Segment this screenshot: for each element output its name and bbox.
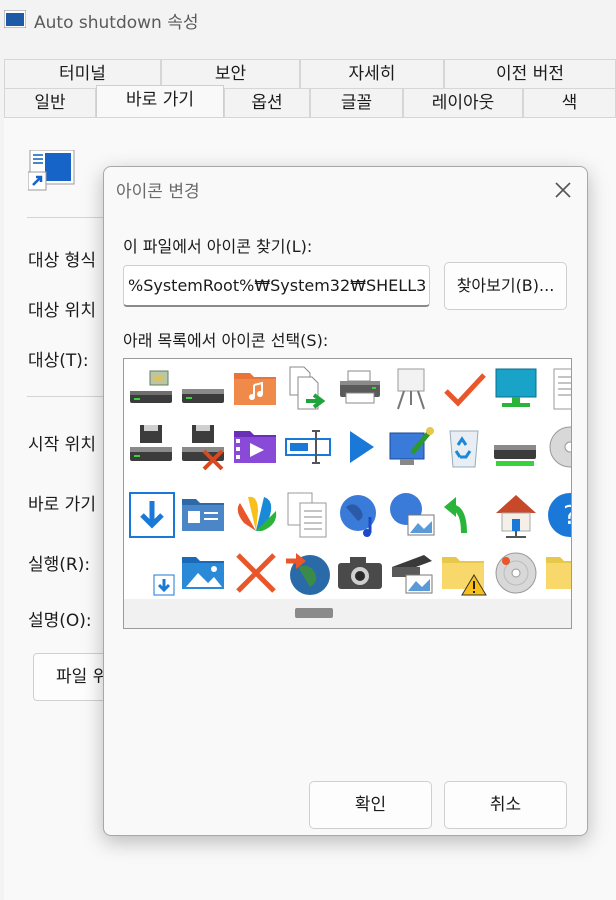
- red-x-icon[interactable]: [232, 549, 280, 597]
- svg-text:?: ?: [563, 501, 572, 531]
- copy-file-icon[interactable]: [284, 365, 332, 413]
- shortcut-icon: [28, 150, 75, 191]
- tab-layout[interactable]: 레이아웃: [403, 88, 523, 117]
- camera-icon[interactable]: [336, 549, 384, 597]
- label-run: 실행(R):: [28, 555, 91, 575]
- tab-shortcut[interactable]: 바로 가기: [96, 85, 224, 117]
- tab-previous-versions[interactable]: 이전 버전: [444, 59, 616, 88]
- file-label: 이 파일에서 아이콘 찾기(L):: [123, 237, 313, 256]
- tab-security[interactable]: 보안: [161, 59, 300, 88]
- drive-with-chip-icon[interactable]: [128, 365, 176, 413]
- folder-warning-icon[interactable]: [440, 549, 488, 597]
- msn-butterfly-icon[interactable]: [232, 491, 280, 539]
- folder-icon[interactable]: [544, 549, 571, 597]
- globe-music-icon[interactable]: [336, 491, 384, 539]
- scrollbar-thumb[interactable]: [295, 608, 333, 618]
- tab-row-2: 일반 바로 가기 옵션 글꼴 레이아웃 색: [4, 85, 616, 117]
- download-icon[interactable]: [128, 491, 176, 539]
- icon-list[interactable]: ?: [123, 358, 572, 629]
- window-titlebar: Auto shutdown 속성: [0, 0, 616, 38]
- tab-details[interactable]: 자세히: [300, 59, 444, 88]
- icon-file-path-input[interactable]: [123, 265, 430, 307]
- display-settings-icon[interactable]: [388, 423, 436, 471]
- documents-icon[interactable]: [284, 491, 332, 539]
- label-target-type: 대상 형식: [28, 251, 96, 271]
- music-folder-icon[interactable]: [232, 365, 280, 413]
- floppy-drive-error-icon[interactable]: [180, 423, 228, 471]
- play-icon[interactable]: [336, 423, 384, 471]
- close-icon[interactable]: [552, 179, 574, 201]
- monitor-icon[interactable]: [492, 365, 540, 413]
- floppy-drive-icon[interactable]: [128, 423, 176, 471]
- disc-burn-icon[interactable]: [492, 549, 540, 597]
- tab-colors[interactable]: 색: [523, 88, 616, 117]
- ok-button[interactable]: 확인: [309, 781, 432, 829]
- change-icon-dialog: 아이콘 변경 이 파일에서 아이콘 찾기(L): 찾아보기(B)... 아래 목…: [103, 166, 588, 836]
- label-shortcut-key: 바로 가기: [28, 495, 96, 515]
- printer-icon[interactable]: [336, 365, 384, 413]
- tab-general[interactable]: 일반: [4, 88, 96, 117]
- globe-picture-icon[interactable]: [388, 491, 436, 539]
- label-target-location: 대상 위치: [28, 301, 96, 321]
- list-label: 아래 목록에서 아이콘 선택(S):: [123, 331, 329, 350]
- small-download-icon[interactable]: [128, 549, 176, 597]
- label-target: 대상(T):: [28, 351, 89, 371]
- disc-icon[interactable]: [544, 423, 571, 471]
- window-title: Auto shutdown 속성: [34, 13, 199, 33]
- label-comment: 설명(O):: [28, 611, 92, 631]
- text-field-icon[interactable]: [284, 423, 332, 471]
- scanner-icon[interactable]: [388, 549, 436, 597]
- tab-options[interactable]: 옵션: [224, 88, 310, 117]
- contact-card-icon[interactable]: [180, 491, 228, 539]
- green-back-arrow-icon[interactable]: [440, 491, 488, 539]
- recycle-bin-icon[interactable]: [440, 423, 488, 471]
- video-folder-icon[interactable]: [232, 423, 280, 471]
- presentation-easel-icon[interactable]: [388, 365, 436, 413]
- cancel-button[interactable]: 취소: [444, 781, 567, 829]
- tab-terminal[interactable]: 터미널: [4, 59, 161, 88]
- shortcut-app-icon: [4, 10, 26, 28]
- drive-icon[interactable]: [180, 365, 228, 413]
- pictures-folder-icon[interactable]: [180, 549, 228, 597]
- checkmark-icon[interactable]: [440, 365, 488, 413]
- browse-button[interactable]: 찾아보기(B)...: [444, 262, 567, 310]
- network-home-icon[interactable]: [492, 491, 540, 539]
- horizontal-scrollbar[interactable]: [124, 599, 571, 628]
- document-list-icon[interactable]: [544, 365, 571, 413]
- drive-green-icon[interactable]: [492, 423, 540, 471]
- tab-font[interactable]: 글꼴: [310, 88, 403, 117]
- help-icon[interactable]: ?: [544, 491, 572, 539]
- dialog-title: 아이콘 변경: [116, 182, 200, 202]
- label-start-in: 시작 위치: [28, 435, 96, 455]
- tab-row-1: 터미널 보안 자세히 이전 버전: [4, 59, 616, 88]
- globe-arrow-icon[interactable]: [284, 549, 332, 597]
